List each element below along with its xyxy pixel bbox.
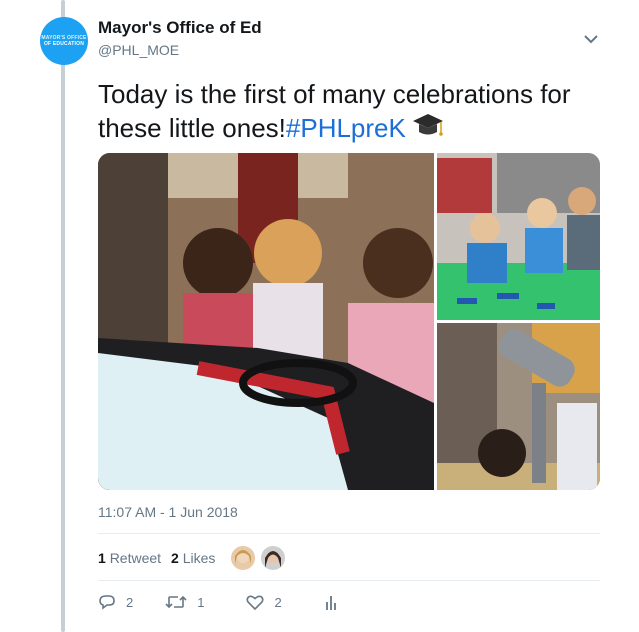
retweet-stat-label: Retweet [109,550,162,566]
divider [98,580,600,581]
graduation-cap-icon [412,111,444,149]
likes-stat-count: 2 [171,550,179,566]
analytics-button[interactable] [324,594,348,610]
more-options-chevron-down-icon[interactable] [582,30,600,48]
photo-child-telescope[interactable] [437,323,600,490]
tweet-stats: 1 Retweet 2 Likes [98,546,286,570]
author-display-name[interactable]: Mayor's Office of Ed [98,18,262,38]
liker-avatar[interactable] [261,546,286,570]
retweet-action-count: 1 [197,594,205,610]
divider [98,533,600,534]
author-avatar[interactable]: MAYOR'S OFFICE OF EDUCATION [40,17,88,65]
reply-count: 2 [126,594,134,610]
like-button[interactable]: 2 [246,594,282,610]
photo-children-ride[interactable] [98,153,434,490]
avatar-text-line2: OF EDUCATION [43,41,85,47]
tweet-timestamp[interactable]: 11:07 AM - 1 Jun 2018 [98,504,238,520]
like-action-count: 2 [274,594,282,610]
reply-button[interactable]: 2 [98,594,133,610]
retweet-button[interactable]: 1 [165,594,204,610]
media-grid [98,153,600,490]
thread-line [61,0,65,632]
retweet-icon [165,595,187,609]
author-handle[interactable]: @PHL_MOE [98,42,262,58]
author-info: Mayor's Office of Ed @PHL_MOE [98,18,262,58]
reply-icon [99,595,115,610]
analytics-bar-icon [325,596,336,610]
tweet-actions: 2 1 2 [98,594,366,610]
tweet-text: Today is the first of many celebrations … [98,78,598,149]
liker-avatar[interactable] [231,546,256,570]
photo-children-blocks[interactable] [437,153,600,320]
retweet-stat[interactable]: 1 Retweet [98,550,161,566]
avatar-text-line1: MAYOR'S OFFICE [41,35,87,41]
hashtag-link[interactable]: #PHLpreK [286,113,406,143]
heart-icon [246,595,265,610]
likes-stat[interactable]: 2 Likes [171,550,215,566]
retweet-stat-count: 1 [98,550,106,566]
likes-stat-label: Likes [182,550,216,566]
